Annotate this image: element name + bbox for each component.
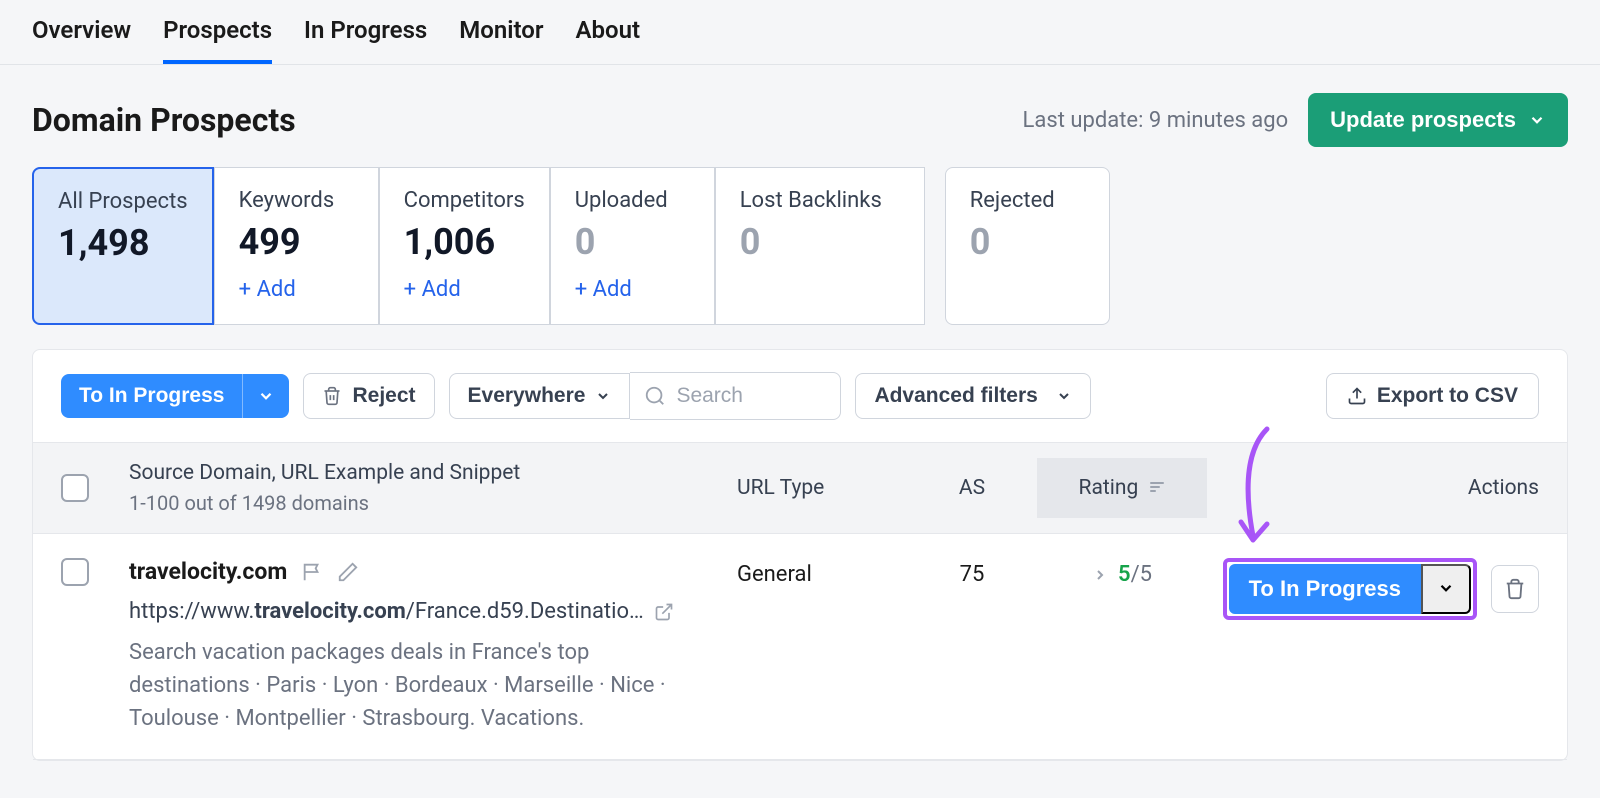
card-label: All Prospects <box>58 189 188 214</box>
row-delete-button[interactable] <box>1491 565 1539 613</box>
sort-desc-icon <box>1149 476 1165 500</box>
card-value: 1,498 <box>58 222 188 264</box>
to-in-progress-button[interactable]: To In Progress <box>61 374 242 418</box>
tab-about[interactable]: About <box>575 16 640 64</box>
domain-name[interactable]: travelocity.com <box>129 558 287 585</box>
add-keywords-link[interactable]: + Add <box>239 277 354 302</box>
rating-label: Rating <box>1079 476 1139 500</box>
chevron-down-icon <box>257 387 275 405</box>
url-example[interactable]: https://www.travelocity.com/France.d59.D… <box>129 599 737 624</box>
card-value: 499 <box>239 221 354 263</box>
upload-icon <box>1347 386 1367 406</box>
to-in-progress-dropdown[interactable] <box>242 374 289 418</box>
advanced-filters-button[interactable]: Advanced filters <box>855 373 1090 419</box>
card-value: 1,006 <box>404 221 525 263</box>
snippet-text: Search vacation packages deals in France… <box>129 636 689 735</box>
update-prospects-button[interactable]: Update prospects <box>1308 93 1568 147</box>
trash-icon <box>1504 578 1526 600</box>
card-all-prospects[interactable]: All Prospects 1,498 <box>32 167 214 325</box>
card-rejected[interactable]: Rejected 0 <box>945 167 1110 325</box>
chevron-down-icon <box>1056 388 1072 404</box>
tab-prospects[interactable]: Prospects <box>163 16 272 64</box>
advanced-filters-label: Advanced filters <box>874 384 1037 408</box>
card-label: Keywords <box>239 188 354 213</box>
col-header-source: Source Domain, URL Example and Snippet <box>129 461 737 485</box>
card-label: Competitors <box>404 188 525 213</box>
highlight-annotation: To In Progress <box>1223 558 1477 620</box>
export-label: Export to CSV <box>1377 384 1518 408</box>
col-header-url-type[interactable]: URL Type <box>737 476 907 500</box>
card-competitors[interactable]: Competitors 1,006 + Add <box>379 167 550 325</box>
select-all-checkbox[interactable] <box>61 474 89 502</box>
cell-as: 75 <box>907 558 1037 587</box>
chevron-down-icon <box>1528 111 1546 129</box>
last-update-text: Last update: 9 minutes ago <box>1023 108 1289 133</box>
card-value: 0 <box>970 221 1085 263</box>
row-action-dropdown[interactable] <box>1421 564 1471 614</box>
card-label: Lost Backlinks <box>740 188 900 213</box>
cell-url-type: General <box>737 558 907 587</box>
add-uploaded-link[interactable]: + Add <box>575 277 690 302</box>
tab-in-progress[interactable]: In Progress <box>304 16 427 64</box>
search-icon <box>644 385 666 407</box>
col-header-count: 1-100 out of 1498 domains <box>129 491 737 515</box>
col-header-rating[interactable]: Rating <box>1037 458 1207 518</box>
toolbar: To In Progress Reject Everywhere Advance… <box>33 350 1567 442</box>
tab-monitor[interactable]: Monitor <box>459 16 543 64</box>
rating-den: /5 <box>1131 562 1152 587</box>
col-header-actions: Actions <box>1207 476 1539 500</box>
card-uploaded[interactable]: Uploaded 0 + Add <box>550 167 715 325</box>
update-prospects-label: Update prospects <box>1330 107 1516 133</box>
card-label: Uploaded <box>575 188 690 213</box>
card-label: Rejected <box>970 188 1085 213</box>
prospects-panel: To In Progress Reject Everywhere Advance… <box>32 349 1568 761</box>
table-header: Source Domain, URL Example and Snippet 1… <box>33 442 1567 534</box>
chevron-right-icon <box>1092 567 1108 583</box>
page-title: Domain Prospects <box>32 101 296 139</box>
add-competitors-link[interactable]: + Add <box>404 277 525 302</box>
search-field-wrap <box>630 372 841 420</box>
flag-icon[interactable] <box>301 561 323 583</box>
scope-label: Everywhere <box>468 384 586 408</box>
search-input[interactable] <box>676 384 826 408</box>
row-to-in-progress-button[interactable]: To In Progress <box>1229 564 1421 614</box>
pencil-icon[interactable] <box>337 561 359 583</box>
chevron-down-icon <box>1437 579 1455 597</box>
export-csv-button[interactable]: Export to CSV <box>1326 373 1539 419</box>
card-value: 0 <box>740 221 900 263</box>
reject-button[interactable]: Reject <box>303 373 434 419</box>
cell-rating[interactable]: 5/5 <box>1037 558 1207 605</box>
table-row: travelocity.com https://www.travelocity.… <box>33 534 1567 760</box>
card-keywords[interactable]: Keywords 499 + Add <box>214 167 379 325</box>
scope-dropdown[interactable]: Everywhere <box>449 373 631 419</box>
row-checkbox[interactable] <box>61 558 89 586</box>
reject-label: Reject <box>352 384 415 408</box>
col-header-as[interactable]: AS <box>907 476 1037 500</box>
trash-icon <box>322 386 342 406</box>
rating-num: 5 <box>1118 562 1131 587</box>
chevron-down-icon <box>595 388 611 404</box>
external-link-icon[interactable] <box>654 602 674 622</box>
tab-overview[interactable]: Overview <box>32 16 131 64</box>
tab-bar: Overview Prospects In Progress Monitor A… <box>0 0 1600 65</box>
card-value: 0 <box>575 221 690 263</box>
card-lost-backlinks[interactable]: Lost Backlinks 0 <box>715 167 925 325</box>
